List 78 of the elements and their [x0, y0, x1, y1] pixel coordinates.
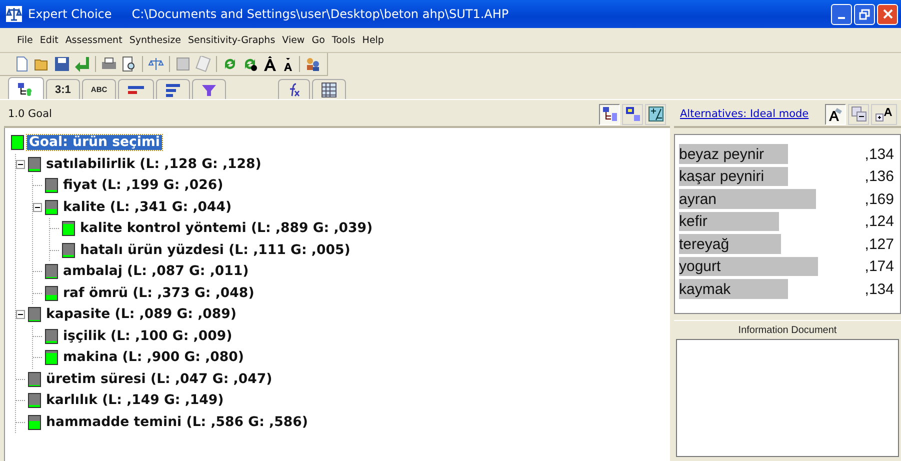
alternative-name: kaşar peyniri	[679, 168, 764, 186]
menu-item[interactable]: View	[279, 34, 309, 46]
alternative-name: beyaz peynir	[679, 146, 764, 163]
close-button[interactable]	[877, 4, 898, 24]
tree-node[interactable]: kalite (L: ,341 G: ,044)	[61, 200, 234, 215]
alternative-name: ayran	[679, 190, 717, 208]
tree-node[interactable]: satılabilirlik (L: ,128 G: ,128)	[44, 156, 264, 172]
view-tab[interactable]	[8, 77, 44, 99]
collapse-icon[interactable]	[16, 160, 25, 169]
scales-icon	[6, 6, 22, 22]
view-tab[interactable]	[312, 79, 346, 99]
funnel-icon	[201, 82, 218, 96]
view-tab[interactable]: 3:1	[46, 79, 80, 99]
menu-item[interactable]: Synthesize	[126, 34, 185, 46]
information-document-field[interactable]	[676, 339, 899, 457]
arrow-icon[interactable]	[74, 56, 90, 72]
tree-node[interactable]: hatalı ürün yüzdesi (L: ,111 G: ,005)	[78, 242, 352, 258]
menu-item[interactable]: Sensitivity-Graphs	[185, 34, 280, 46]
menu-item[interactable]: Edit	[36, 34, 62, 46]
tree-node[interactable]: kalite kontrol yöntemi (L: ,889 G: ,039)	[78, 221, 375, 236]
alternative-value: ,169	[864, 190, 895, 208]
function-icon	[287, 82, 302, 96]
plus-minus-button[interactable]	[645, 104, 666, 124]
users-icon[interactable]	[305, 56, 321, 72]
alternative-value: ,134	[864, 280, 895, 298]
tree-node[interactable]: üretim süresi (L: ,047 G: ,047)	[44, 372, 274, 387]
tree-node[interactable]: karlılık (L: ,149 G: ,149)	[44, 393, 226, 408]
menu-item[interactable]: Help	[359, 34, 388, 46]
menu-item[interactable]: Go	[308, 34, 329, 46]
goal-node[interactable]: Goal: ürün seçimi	[27, 135, 162, 150]
minimize-button[interactable]	[831, 4, 852, 24]
alternative-value: ,134	[864, 146, 895, 163]
bars-icon	[165, 82, 182, 96]
app-title: Expert Choice	[28, 7, 112, 21]
close-icon	[882, 9, 892, 19]
tree-node[interactable]: makina (L: ,900 G: ,080)	[61, 350, 246, 366]
minimize-icon	[838, 17, 845, 19]
tree-node[interactable]: raf ömrü (L: ,373 G: ,048)	[61, 286, 256, 301]
menu-item[interactable]: Assessment	[62, 34, 126, 46]
menu-item[interactable]: Tools	[328, 34, 360, 46]
collapse-icon[interactable]	[16, 310, 25, 320]
tree-node[interactable]: ambalaj (L: ,087 G: ,011)	[61, 264, 251, 280]
alternative-name: kefir	[679, 213, 708, 230]
font-decrease-icon[interactable]	[282, 56, 294, 72]
tree-node[interactable]: hammadde temini (L: ,586 G: ,586)	[44, 414, 310, 430]
save-icon[interactable]	[54, 56, 70, 72]
print-preview-icon[interactable]	[121, 56, 137, 72]
alternatives-link[interactable]: Alternatives: Ideal mode	[680, 108, 809, 120]
collapse-icon[interactable]	[33, 202, 42, 212]
node-path: 1.0 Goal	[8, 108, 52, 120]
view-tab[interactable]	[278, 79, 310, 99]
tree-node[interactable]: kapasite (L: ,089 G: ,089)	[44, 307, 238, 322]
edit-font-button[interactable]	[825, 104, 846, 124]
menu-item[interactable]: File	[14, 34, 37, 46]
grid-icon	[321, 82, 338, 98]
alternative-value: ,127	[864, 236, 895, 253]
restore-button[interactable]	[854, 4, 875, 24]
alternative-name: tereyağ	[679, 236, 730, 253]
tree-view-button[interactable]	[599, 104, 620, 124]
print-icon[interactable]	[101, 56, 117, 72]
view-tab[interactable]	[118, 79, 154, 99]
new-file-icon[interactable]	[14, 56, 30, 72]
bars-icon	[127, 84, 146, 96]
alternative-name: kaymak	[679, 280, 731, 298]
tree-node[interactable]: fiyat (L: ,199 G: ,026)	[61, 178, 226, 194]
restore-icon	[859, 8, 870, 20]
font-increase-icon[interactable]	[262, 56, 278, 72]
scales-icon[interactable]	[148, 56, 164, 72]
file-path: C:\Documents and Settings\user\Desktop\beton ahp\SUT1.AHP	[132, 7, 510, 21]
alternative-value: ,136	[864, 168, 895, 186]
alternative-value: ,124	[864, 213, 895, 230]
add-font-button[interactable]	[871, 104, 897, 124]
alternative-value: ,174	[864, 258, 895, 276]
view-tab[interactable]	[156, 79, 190, 99]
node-view-button[interactable]	[622, 104, 643, 124]
alternative-name: yogurt	[679, 258, 721, 276]
tree-node[interactable]: işçilik (L: ,100 G: ,009)	[61, 328, 234, 344]
view-tab[interactable]	[192, 79, 226, 99]
